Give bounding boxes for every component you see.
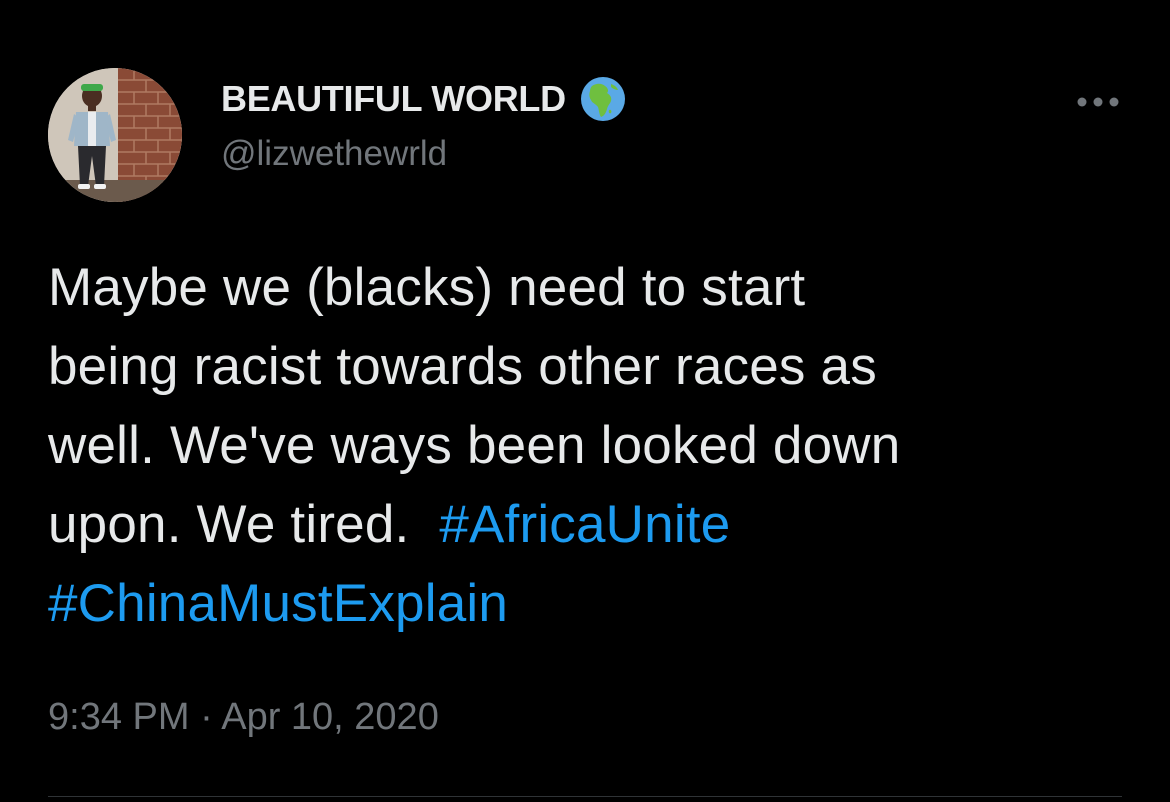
tweet-text-line: #ChinaMustExplain: [48, 564, 1138, 643]
display-name[interactable]: BEAUTIFUL WORLD: [221, 78, 566, 120]
avatar[interactable]: [48, 68, 182, 202]
tweet-text-segment: being racist towards other races as: [48, 337, 877, 396]
tweet-text: Maybe we (blacks) need to start being ra…: [48, 248, 1138, 643]
author-name-row: BEAUTIFUL WORLD: [221, 76, 628, 122]
timestamp-separator: ·: [200, 696, 213, 738]
tweet-date[interactable]: Apr 10, 2020: [221, 696, 439, 738]
tweet-text-line: Maybe we (blacks) need to start: [48, 248, 1138, 327]
timestamp[interactable]: 9:34 PM · Apr 10, 2020: [48, 696, 439, 739]
tweet-time[interactable]: 9:34 PM: [48, 696, 190, 738]
tweet-text-line: being racist towards other races as: [48, 327, 1138, 406]
avatar-photo-icon: [48, 68, 182, 202]
tweet-text-segment: well. We've ways been looked down: [48, 416, 901, 475]
globe-africa-icon: [578, 74, 628, 124]
more-options-button[interactable]: [1070, 84, 1126, 120]
hashtag-link-africaunite[interactable]: #AfricaUnite: [439, 495, 730, 554]
tweet-text-segment: Maybe we (blacks) need to start: [48, 258, 806, 317]
username-handle[interactable]: @lizwethewrld: [221, 134, 447, 174]
more-options-icon: [1077, 97, 1119, 107]
tweet-text-line: well. We've ways been looked down: [48, 406, 1138, 485]
tweet-text-line: upon. We tired. #AfricaUnite: [48, 485, 1138, 564]
hashtag-link-chinamustexplain[interactable]: #ChinaMustExplain: [48, 574, 508, 633]
tweet-text-segment: upon. We tired.: [48, 495, 440, 554]
tweet-container: BEAUTIFUL WORLD @lizwethewrld Maybe we (…: [0, 0, 1170, 802]
divider: [48, 796, 1122, 797]
